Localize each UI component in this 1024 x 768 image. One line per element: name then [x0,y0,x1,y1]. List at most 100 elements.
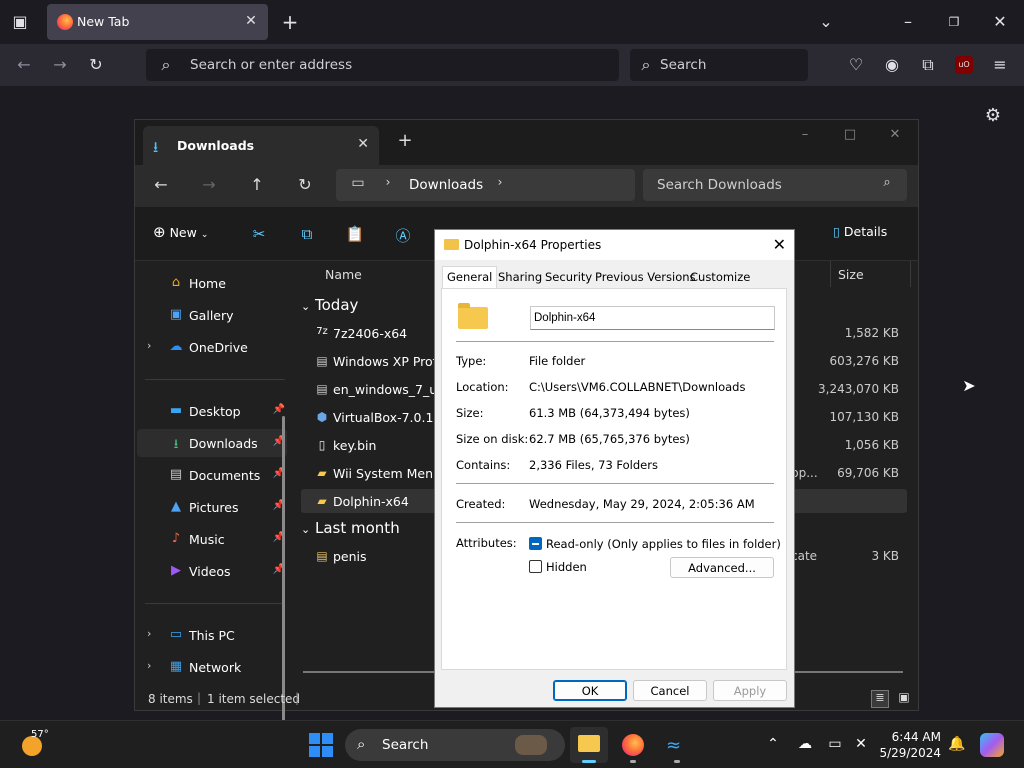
taskbar-search[interactable]: ⌕ Search [345,729,565,761]
sidebar-item-documents[interactable]: ▤ Documents 📌 [137,461,287,489]
tab-customize[interactable]: Customize [690,270,750,284]
sidebar-item-videos[interactable]: ▶ Videos 📌 [137,557,287,585]
sidebar-item-desktop[interactable]: ▬ Desktop 📌 [137,397,287,425]
dialog-titlebar: Dolphin-x64 Properties ✕ [435,230,794,260]
copy-icon[interactable]: ⧉ [295,225,319,243]
tab-previous-versions[interactable]: Previous Versions [595,270,696,284]
copilot-icon[interactable] [980,733,1004,757]
forward-icon[interactable]: → [50,55,70,75]
chevron-down-icon[interactable]: ⌄ [816,12,836,32]
sidebar-item-pictures[interactable]: ▲ Pictures 📌 [137,493,287,521]
back-icon[interactable]: ← [14,55,34,75]
minimize-icon[interactable]: – [898,12,918,32]
sidebar-item-label: Videos [189,564,231,579]
clock[interactable]: 6:44 AM 5/29/2024 [857,729,941,761]
details-view-icon[interactable]: ≣ [871,690,889,708]
sidebar-item-onedrive[interactable]: › ☁ OneDrive [137,333,287,361]
forward-icon[interactable]: → [197,175,221,194]
explorer-tab[interactable]: ⭳ Downloads ✕ [143,126,379,165]
iso-icon: ▤ [316,354,328,368]
type-label: Type: [456,354,487,368]
display-icon[interactable]: ▭ [826,736,844,752]
sidebar-scrollbar[interactable] [282,416,285,768]
search-bar[interactable]: ⌕ Search [630,49,808,81]
column-header-size[interactable]: Size [838,267,864,282]
group-header-today[interactable]: ⌄ Today [301,296,358,314]
chevron-right-icon[interactable]: › [147,627,151,640]
network-offline-icon[interactable]: ☁ [796,736,814,752]
maximize-icon[interactable]: □ [830,127,870,142]
extensions-icon[interactable]: ⧉ [918,55,938,75]
chevron-right-icon[interactable]: › [488,175,512,189]
column-header-name[interactable]: Name [325,267,362,282]
apply-button[interactable]: Apply [713,680,787,701]
readonly-checkbox[interactable] [529,537,542,550]
tab-general[interactable]: General [442,266,498,289]
windows-start-icon[interactable] [309,733,333,757]
refresh-icon[interactable]: ↻ [293,175,317,194]
new-button[interactable]: ⊕ New ⌄ [153,223,208,241]
chevron-right-icon[interactable]: › [147,659,151,672]
advanced-button[interactable]: Advanced... [670,557,774,578]
rename-icon[interactable]: Ⓐ [391,225,415,246]
plus-icon: ⊕ [153,223,166,241]
chevron-right-icon[interactable]: › [147,339,151,352]
search-icon: ⌕ [161,55,171,74]
settings-gear-icon[interactable]: ⚙ [982,106,1004,126]
account-icon[interactable]: ◉ [882,55,902,75]
breadcrumb[interactable]: Downloads [409,177,483,193]
address-bar[interactable]: ⌕ Search or enter address [146,49,619,81]
sidebar-item-home[interactable]: ⌂ Home [137,269,287,297]
new-tab-icon[interactable]: + [280,12,300,32]
taskbar-app-firefox[interactable] [614,727,652,763]
tab-security[interactable]: Security [545,270,592,284]
tiles-view-icon[interactable]: ▣ [895,690,913,708]
hidden-checkbox[interactable] [529,560,542,573]
details-button[interactable]: ▯ Details [833,224,887,239]
close-window-icon[interactable]: ✕ [990,12,1010,32]
ublock-icon[interactable]: uO [955,56,973,74]
taskbar-app-dolphin[interactable]: ≈ [658,727,696,763]
iso-icon: ▤ [316,382,328,396]
readonly-label[interactable]: Read-only (Only applies to files in fold… [546,537,781,551]
file-size: 1,582 KB [844,326,899,340]
clock-time: 6:44 AM [891,730,941,744]
cancel-button[interactable]: Cancel [633,680,707,701]
new-tab-icon[interactable]: + [385,130,425,151]
folder-icon [444,239,459,250]
folder-name-field[interactable] [530,306,775,330]
close-tab-icon[interactable]: ✕ [242,12,260,30]
tab-list-icon[interactable]: ▣ [10,12,30,32]
taskbar-app-file-explorer[interactable] [570,727,608,763]
ok-button[interactable]: OK [553,680,627,701]
browser-tab-title: New Tab [77,14,130,29]
sidebar-item-network[interactable]: › ▦ Network [137,653,287,681]
file-size: 1,056 KB [844,438,899,452]
pocket-icon[interactable]: ♡ [846,55,866,75]
notification-bell-icon[interactable]: 🔔 [948,736,966,752]
back-icon[interactable]: ← [149,175,173,194]
reload-icon[interactable]: ↻ [86,55,106,75]
tab-sharing[interactable]: Sharing [498,270,542,284]
sidebar-item-music[interactable]: ♪ Music 📌 [137,525,287,553]
browser-tab[interactable]: New Tab ✕ [47,4,268,40]
sidebar-item-this-pc[interactable]: › ▭ This PC [137,621,287,649]
sidebar-item-downloads[interactable]: ⭳ Downloads 📌 [137,429,287,457]
search-downloads-input[interactable]: Search Downloads ⌕ [643,169,907,201]
close-window-icon[interactable]: ✕ [875,127,915,142]
cut-icon[interactable]: ✂ [247,225,271,243]
up-icon[interactable]: ↑ [245,175,269,194]
music-icon: ♪ [171,531,181,546]
hidden-label[interactable]: Hidden [546,560,587,574]
minimize-icon[interactable]: – [785,127,825,142]
close-tab-icon[interactable]: ✕ [357,136,369,152]
group-header-last-month[interactable]: ⌄ Last month [301,519,400,537]
paste-icon[interactable]: 📋 [343,225,367,243]
chevron-up-icon[interactable]: ⌃ [764,736,782,752]
sidebar-item-gallery[interactable]: ▣ Gallery [137,301,287,329]
menu-icon[interactable]: ≡ [990,55,1010,75]
address-bar[interactable]: ▭ › Downloads › [336,169,635,201]
restore-icon[interactable]: ❐ [944,12,964,32]
explorer-tab-title: Downloads [177,138,255,153]
close-icon[interactable]: ✕ [773,235,786,254]
